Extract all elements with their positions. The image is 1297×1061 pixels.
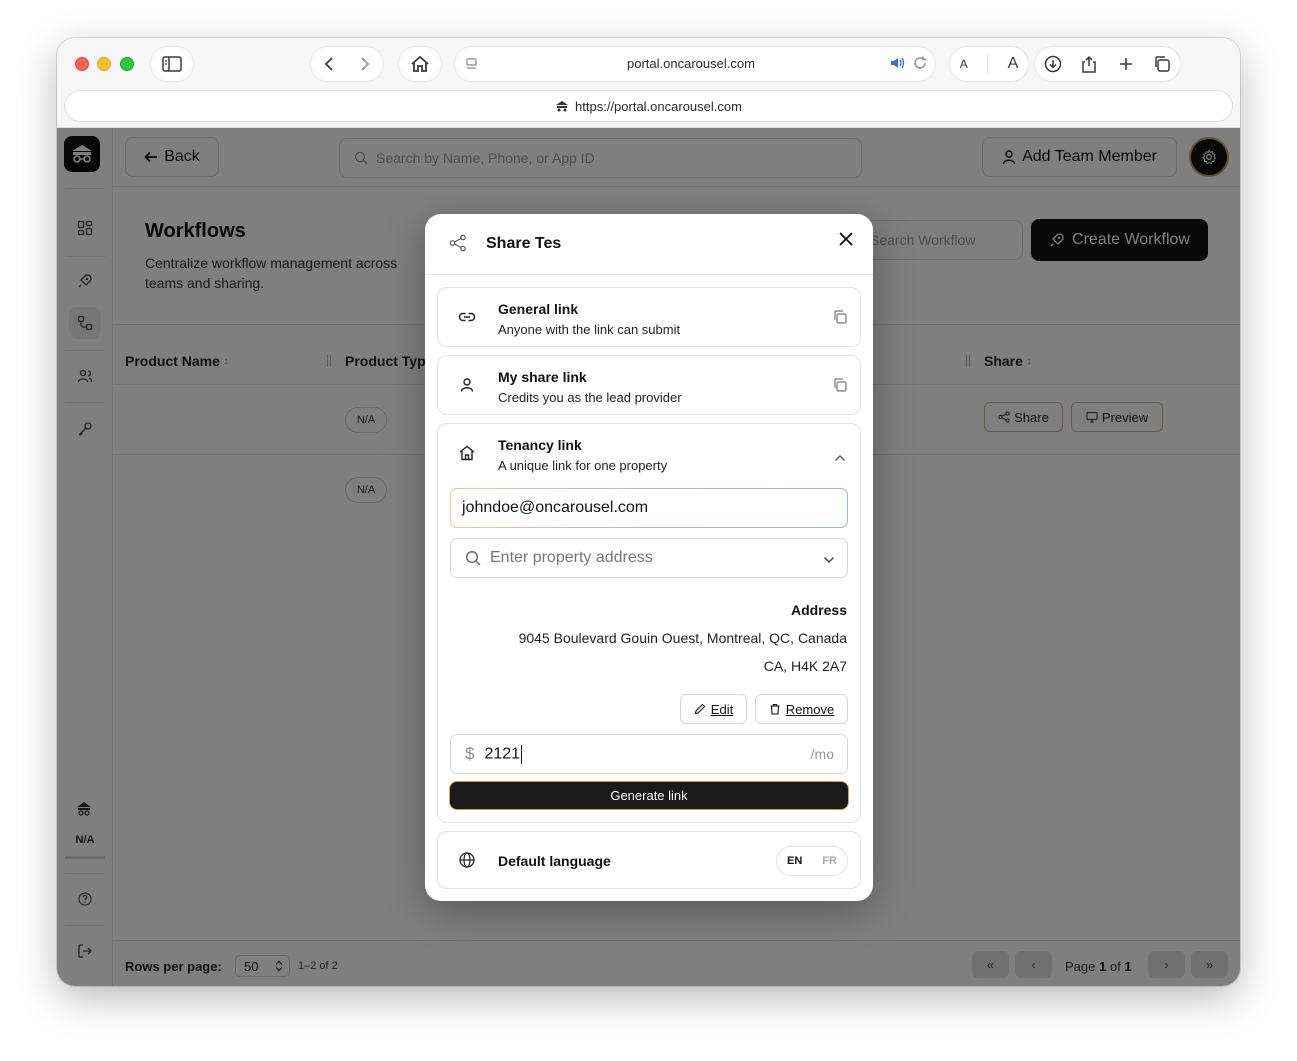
- modal-header: Share Tes: [425, 214, 873, 275]
- language-option-fr[interactable]: FR: [822, 855, 837, 867]
- back-nav-button[interactable]: [314, 49, 344, 79]
- home-icon: [458, 444, 476, 467]
- modal-title: Share Tes: [486, 235, 562, 252]
- property-address-placeholder: Enter property address: [490, 549, 653, 566]
- share-icon: [449, 234, 467, 257]
- my-share-link-subtitle: Credits you as the lead provider: [498, 390, 682, 405]
- divider: [987, 55, 989, 73]
- address-line-1: 9045 Boulevard Gouin Ouest, Montreal, QC…: [518, 630, 847, 646]
- dollar-icon: $: [465, 744, 475, 763]
- monthly-rent-value-wrap: 2121: [484, 744, 523, 764]
- address-url: https://portal.oncarousel.com: [575, 98, 742, 114]
- generate-link-label: Generate link: [610, 788, 688, 803]
- plus-icon: [1119, 58, 1132, 70]
- user-icon: [458, 376, 476, 399]
- copy-icon[interactable]: [832, 309, 848, 330]
- pencil-icon: [694, 703, 706, 715]
- globe-icon: [458, 851, 476, 874]
- downloads-button[interactable]: [1038, 49, 1068, 79]
- monthly-rent-value: 2121: [484, 745, 521, 763]
- tenancy-link-title: Tenancy link: [498, 437, 582, 453]
- zoom-window-button[interactable]: [120, 57, 134, 71]
- share-up-icon: [1082, 55, 1097, 73]
- my-share-link-title: My share link: [498, 369, 587, 385]
- chevron-left-icon: [324, 57, 333, 71]
- tenant-email-value: johndoe@oncarousel.com: [451, 489, 847, 527]
- address-line-2: CA, H4K 2A7: [763, 658, 847, 674]
- share-modal: Share Tes General link Anyone with the l…: [425, 214, 873, 901]
- forward-nav-button[interactable]: [350, 49, 380, 79]
- default-language-title: Default language: [498, 853, 611, 869]
- address-label: Address: [790, 602, 847, 618]
- link-icon: [458, 308, 476, 331]
- new-tab-button[interactable]: [1111, 49, 1141, 79]
- home-button[interactable]: [399, 47, 441, 81]
- tab-overview-button[interactable]: [1147, 49, 1177, 79]
- general-link-title: General link: [498, 301, 579, 317]
- home-icon: [411, 55, 429, 72]
- close-icon: [839, 232, 853, 246]
- text-larger-button[interactable]: A: [1008, 55, 1019, 73]
- remove-address-button[interactable]: Remove: [755, 694, 848, 724]
- text-caret: [521, 744, 523, 764]
- chevron-up-icon[interactable]: [834, 449, 846, 467]
- history-nav: [311, 47, 383, 81]
- tenancy-link-card: Tenancy link A unique link for one prope…: [437, 423, 861, 823]
- default-language-card: Default language EN FR: [437, 831, 861, 889]
- download-icon: [1044, 55, 1062, 73]
- property-address-input[interactable]: Enter property address: [450, 538, 848, 578]
- general-link-subtitle: Anyone with the link can submit: [498, 322, 681, 337]
- my-share-link-card[interactable]: My share link Credits you as the lead pr…: [437, 355, 861, 415]
- share-page-button[interactable]: [1074, 49, 1104, 79]
- close-modal-button[interactable]: [835, 228, 857, 250]
- remove-label: Remove: [785, 701, 835, 717]
- speaker-icon[interactable]: [890, 56, 906, 75]
- edit-address-button[interactable]: Edit: [680, 694, 747, 724]
- chevron-down-icon: [823, 551, 835, 569]
- tab-host: portal.oncarousel.com: [627, 56, 755, 71]
- general-link-card[interactable]: General link Anyone with the link can su…: [437, 287, 861, 347]
- reader-size-controls: A A: [950, 47, 1028, 81]
- trash-icon: [770, 703, 780, 715]
- chevron-right-icon: [361, 57, 370, 71]
- generate-link-button[interactable]: Generate link: [450, 782, 848, 809]
- close-window-button[interactable]: [75, 57, 89, 71]
- edit-label: Edit: [710, 701, 734, 717]
- rent-unit: /mo: [810, 746, 834, 762]
- sidebar-icon: [162, 56, 182, 72]
- browser-window: portal.oncarousel.com A A https://portal…: [57, 38, 1240, 986]
- language-toggle: EN FR: [776, 846, 848, 876]
- tenant-email-field[interactable]: johndoe@oncarousel.com: [450, 488, 848, 528]
- browser-toolbar: portal.oncarousel.com A A https://portal…: [57, 38, 1240, 128]
- monthly-rent-input[interactable]: $ 2121 /mo: [450, 734, 848, 774]
- browser-actions: [1035, 47, 1180, 81]
- minimize-window-button[interactable]: [97, 57, 111, 71]
- tab-favicon-icon: [466, 58, 477, 69]
- tabs-icon: [1155, 56, 1170, 72]
- sidebar-toggle-button[interactable]: [151, 47, 193, 81]
- copy-icon[interactable]: [832, 377, 848, 398]
- tenancy-link-subtitle: A unique link for one property: [498, 458, 668, 473]
- language-option-en[interactable]: EN: [787, 855, 802, 867]
- search-icon: [465, 550, 481, 566]
- reload-icon[interactable]: [913, 56, 927, 75]
- address-bar[interactable]: https://portal.oncarousel.com: [65, 91, 1232, 121]
- site-logo-icon: [556, 101, 569, 112]
- app-page: N/A Back Search by Name, Phone, or App I…: [57, 128, 1240, 986]
- text-smaller-button[interactable]: A: [960, 57, 968, 71]
